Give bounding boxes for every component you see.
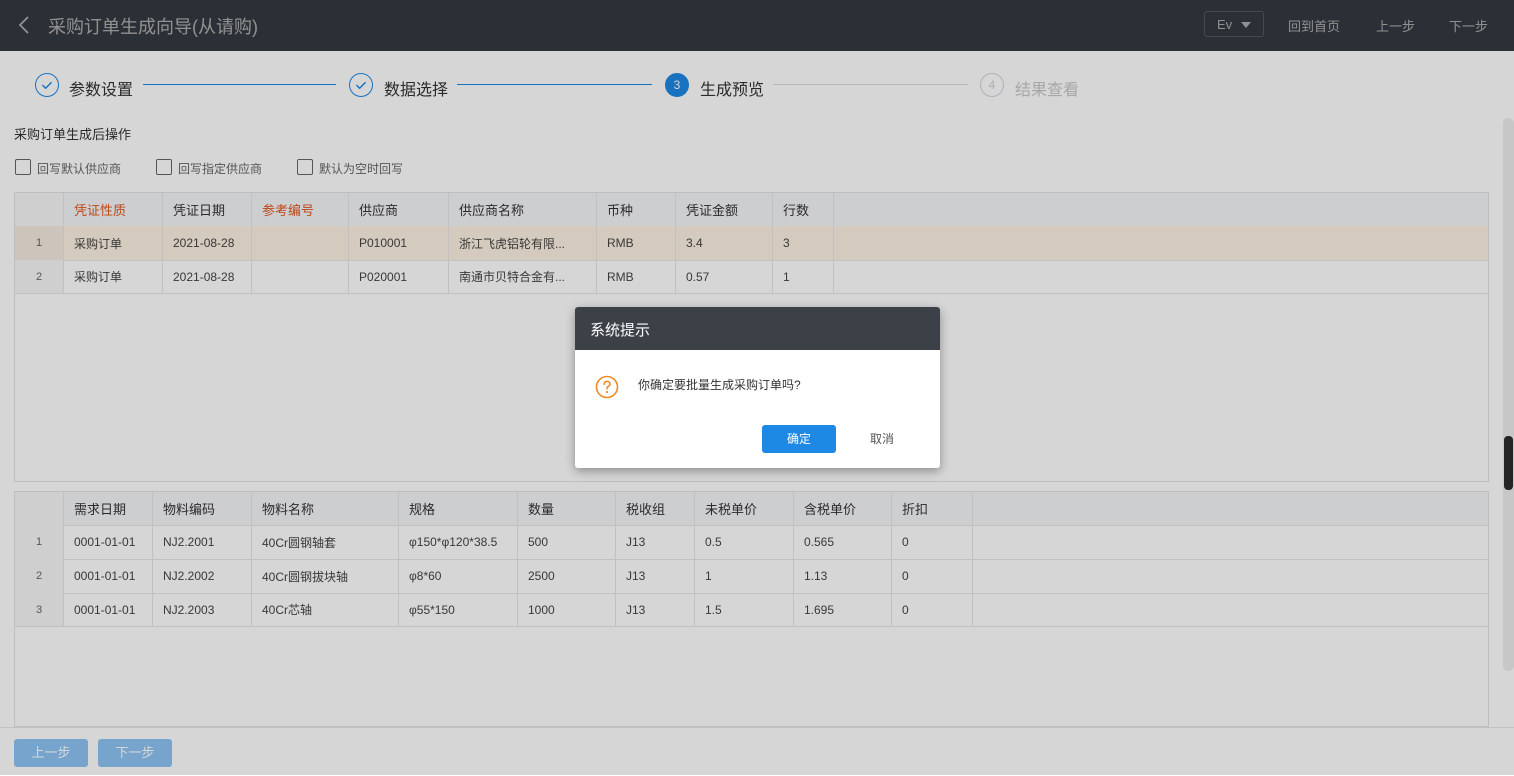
cancel-button[interactable]: 取消 <box>858 425 906 453</box>
confirm-dialog: 系统提示 你确定要批量生成采购订单吗? 确定 取消 <box>575 307 940 468</box>
dialog-header: 系统提示 <box>575 307 940 350</box>
modal-overlay-header <box>0 0 1514 51</box>
dialog-title: 系统提示 <box>590 322 651 339</box>
confirm-button[interactable]: 确定 <box>762 425 836 453</box>
dialog-message: 你确定要批量生成采购订单吗? <box>638 378 801 392</box>
wizard-page: 采购订单生成向导(从请购) Ev 回到首页 上一步 下一步 参数设置 数据选择 … <box>0 0 1514 776</box>
question-circle-icon <box>595 375 619 399</box>
